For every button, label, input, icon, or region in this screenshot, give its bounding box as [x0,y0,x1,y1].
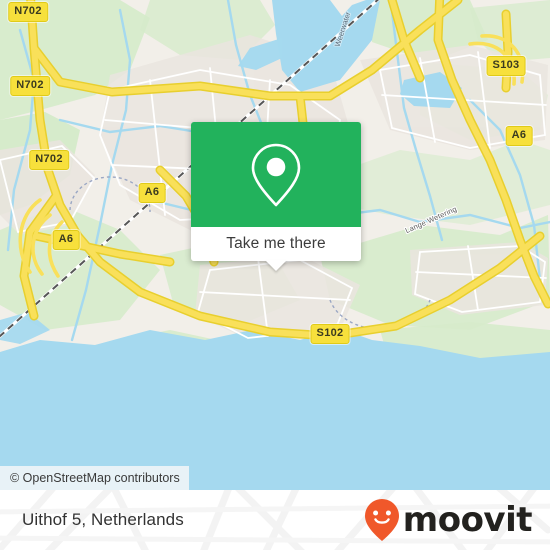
callout-pointer-tail [265,260,287,271]
destination-callout-card[interactable]: Take me there [191,122,361,271]
road-shield-s102[interactable]: S102 [310,324,350,344]
moovit-pin-smiley-icon [364,499,399,541]
address-label: Uithof 5, Netherlands [22,510,184,529]
callout-action-panel[interactable]: Take me there [191,227,361,271]
road-shield-s103[interactable]: S103 [486,56,526,76]
osm-attribution[interactable]: © OpenStreetMap contributors [0,466,189,490]
callout-icon-panel [191,122,361,227]
road-shield-n702-b[interactable]: N702 [10,76,50,96]
footer-bar: Uithof 5, Netherlands moovit [0,490,550,550]
road-shield-a6-c[interactable]: A6 [505,126,533,146]
road-shield-a6-b[interactable]: A6 [52,230,80,250]
moovit-wordmark: moovit [402,500,533,540]
road-shield-a6-a[interactable]: A6 [138,183,166,203]
road-shield-n702-c[interactable]: N702 [29,150,69,170]
map-pin-icon [251,143,301,206]
screenshot-root: Weerwater Lange Wetering N702 N702 N702 … [0,0,550,550]
moovit-logo[interactable]: moovit [364,498,533,542]
map-canvas[interactable]: Weerwater Lange Wetering N702 N702 N702 … [0,0,550,490]
take-me-there-label: Take me there [226,235,326,252]
road-shield-n702-a[interactable]: N702 [8,2,48,22]
